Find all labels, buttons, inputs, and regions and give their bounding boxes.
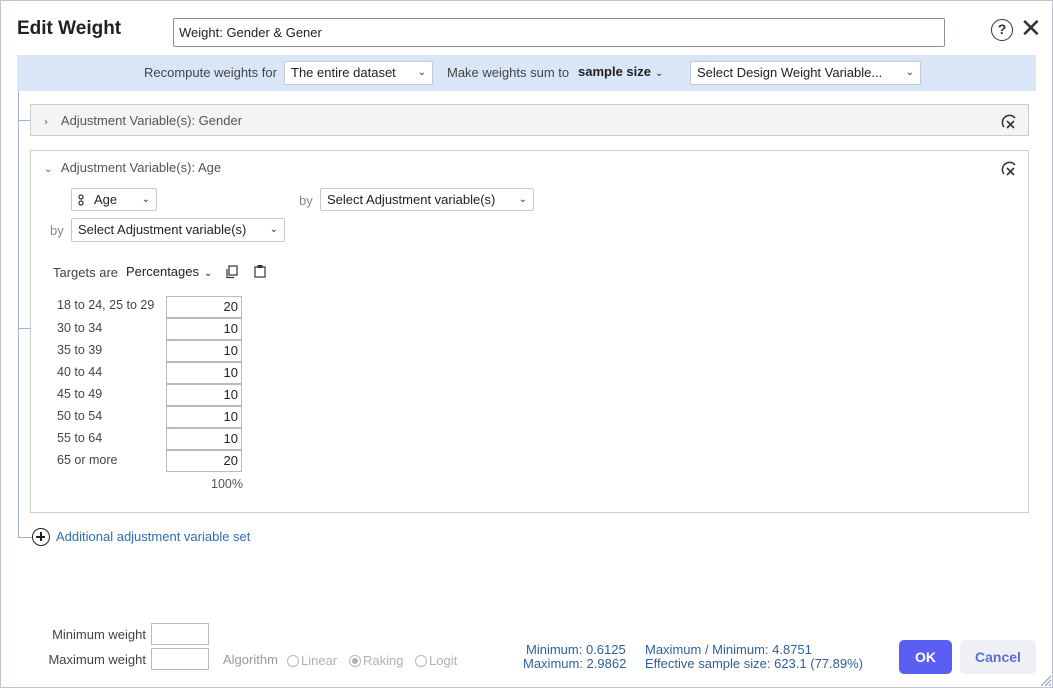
targets-mode-dropdown[interactable]: Percentages ⌄ (126, 264, 212, 279)
max-weight-input[interactable] (151, 648, 209, 670)
category-label: 45 to 49 (57, 387, 103, 401)
stat-minimum: Minimum: 0.6125 (526, 642, 626, 657)
target-value-input[interactable]: 10 (166, 428, 242, 450)
tree-connector (18, 91, 19, 537)
radio-icon (287, 655, 299, 667)
ordinal-variable-icon (78, 194, 84, 206)
targets-total: 100% (211, 477, 243, 491)
edit-weight-dialog: Edit Weight Weight: Gender & Gener ? ✕ R… (0, 0, 1053, 688)
targets-label: Targets are (53, 265, 119, 280)
weight-options-toolbar: Recompute weights for The entire dataset… (17, 55, 1036, 91)
recompute-value: The entire dataset (291, 65, 396, 80)
sum-label: Make weights sum to (447, 65, 570, 80)
remove-set-icon[interactable] (1001, 114, 1019, 132)
by-label: by (299, 193, 313, 208)
panel-title: Adjustment Variable(s): Gender (60, 113, 243, 128)
target-value-input[interactable]: 10 (166, 318, 242, 340)
weight-name-input[interactable]: Weight: Gender & Gener (173, 18, 945, 47)
radio-label: Logit (429, 653, 458, 668)
chevron-down-icon: ⌄ (44, 164, 53, 175)
tree-branch (18, 537, 32, 538)
chevron-down-icon: ⌄ (518, 194, 527, 205)
select-adjustment-dropdown[interactable]: Select Adjustment variable(s) ⌄ (71, 218, 285, 242)
stat-maximum: Maximum: 2.9862 (523, 656, 627, 671)
chevron-down-icon: ⌄ (905, 67, 914, 78)
add-circle-icon (32, 528, 50, 546)
select-adjustment-placeholder: Select Adjustment variable(s) (78, 222, 247, 237)
panel-header[interactable]: › Adjustment Variable(s): Gender (44, 113, 242, 128)
radio-selected-icon (349, 655, 361, 667)
sum-value: sample size (578, 64, 651, 79)
min-weight-input[interactable] (151, 623, 209, 645)
recompute-label: Recompute weights for (144, 65, 277, 80)
paste-icon[interactable] (253, 264, 267, 278)
by-label: by (50, 223, 64, 238)
chevron-down-icon: ⌄ (141, 194, 150, 205)
panel-title: Adjustment Variable(s): Age (60, 160, 222, 175)
target-value-input[interactable]: 20 (166, 450, 242, 472)
chevron-right-icon: › (44, 117, 48, 128)
design-weight-placeholder: Select Design Weight Variable... (697, 65, 883, 80)
target-value-input[interactable]: 10 (166, 340, 242, 362)
add-set-label: Additional adjustment variable set (56, 529, 251, 544)
sum-dropdown[interactable]: sample size ⌄ (578, 64, 663, 79)
chevron-down-icon: ⌄ (655, 68, 664, 79)
adjustment-set-age: ⌄ Adjustment Variable(s): Age Age ⌄ by S… (30, 150, 1029, 513)
tree-branch (18, 120, 30, 121)
select-adjustment-dropdown[interactable]: Select Adjustment variable(s) ⌄ (320, 188, 534, 211)
chevron-down-icon: ⌄ (417, 67, 426, 78)
radio-label: Raking (363, 653, 404, 668)
close-icon[interactable]: ✕ (1020, 16, 1042, 42)
chevron-down-icon: ⌄ (204, 268, 213, 279)
category-label: 18 to 24, 25 to 29 (57, 298, 155, 312)
max-weight-label: Maximum weight (48, 652, 146, 667)
radio-icon (415, 655, 427, 667)
recompute-dropdown[interactable]: The entire dataset ⌄ (284, 61, 433, 85)
stat-effective-sample: Effective sample size: 623.1 (77.89%) (645, 656, 863, 671)
category-label: 30 to 34 (57, 321, 103, 335)
design-weight-dropdown[interactable]: Select Design Weight Variable... ⌄ (690, 61, 921, 85)
chevron-down-icon: ⌄ (269, 224, 278, 235)
cancel-button[interactable]: Cancel (960, 640, 1036, 674)
target-value-input[interactable]: 10 (166, 362, 242, 384)
adjustment-set-gender[interactable]: › Adjustment Variable(s): Gender (30, 104, 1029, 136)
category-label: 55 to 64 (57, 431, 103, 445)
variable-name: Age (94, 192, 118, 207)
min-weight-label: Minimum weight (52, 627, 146, 642)
copy-icon[interactable] (225, 265, 239, 279)
category-label: 50 to 54 (57, 409, 103, 423)
target-value-input[interactable]: 20 (166, 296, 242, 318)
algorithm-raking-radio[interactable]: Raking (349, 653, 403, 668)
resize-grip-icon[interactable] (1038, 673, 1052, 687)
algorithm-label: Algorithm (223, 652, 278, 667)
panel-header[interactable]: ⌄ Adjustment Variable(s): Age (44, 160, 221, 175)
adjustment-variable-dropdown[interactable]: Age ⌄ (71, 188, 157, 211)
algorithm-logit-radio[interactable]: Logit (415, 653, 457, 668)
category-label: 35 to 39 (57, 343, 103, 357)
targets-mode-value: Percentages (126, 264, 199, 279)
ok-button[interactable]: OK (899, 640, 952, 674)
tree-branch (18, 328, 30, 329)
radio-label: Linear (301, 653, 338, 668)
category-label: 40 to 44 (57, 365, 103, 379)
select-adjustment-placeholder: Select Adjustment variable(s) (327, 192, 496, 207)
dialog-title: Edit Weight (17, 18, 122, 39)
category-label: 65 or more (57, 453, 118, 467)
target-value-input[interactable]: 10 (166, 406, 242, 428)
remove-set-icon[interactable] (1001, 161, 1019, 179)
algorithm-linear-radio[interactable]: Linear (287, 653, 337, 668)
help-icon[interactable]: ? (991, 19, 1013, 41)
stat-max-min: Maximum / Minimum: 4.8751 (645, 642, 812, 657)
target-value-input[interactable]: 10 (166, 384, 242, 406)
